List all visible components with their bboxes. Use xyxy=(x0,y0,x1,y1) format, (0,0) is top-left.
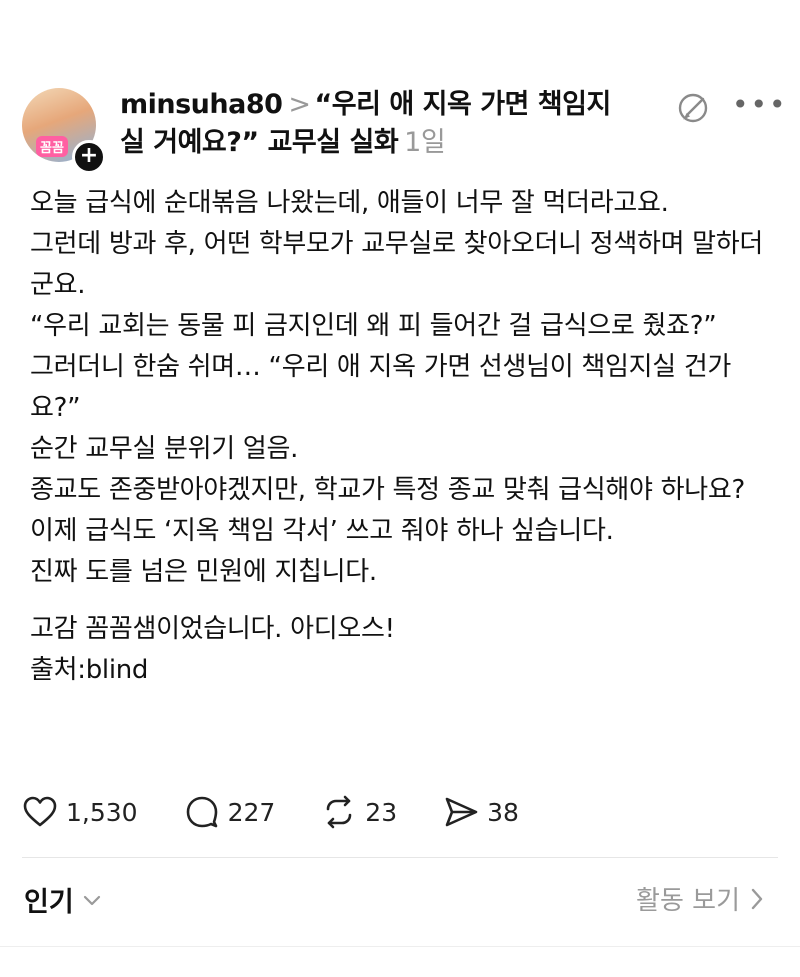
post-title-line-1: “우리 애 지옥 가면 책임지 xyxy=(314,89,612,120)
comment-button[interactable]: 227 xyxy=(184,794,276,830)
repost-icon xyxy=(326,795,352,829)
share-count: 38 xyxy=(487,797,519,827)
post-timestamp: 1일 xyxy=(404,127,446,158)
sort-dropdown[interactable]: 인기 xyxy=(24,880,102,919)
like-button[interactable]: 1,530 xyxy=(22,794,138,830)
body-line: 그러더니 한숨 쉬며… “우리 애 지옥 가면 선생님이 책임지실 건가요?” xyxy=(30,352,732,423)
post-body: 오늘 급식에 순대볶음 나왔는데, 애들이 너무 잘 먹더라고요. 그런데 방과… xyxy=(30,183,780,691)
post-header: minsuha80 > “우리 애 지옥 가면 책임지 실 거예요?” 교무실 실화… xyxy=(120,86,640,162)
avatar-badge: 꼼꼼 xyxy=(36,136,68,157)
chevron-down-icon xyxy=(83,895,100,905)
activity-label: 활동 보기 xyxy=(636,886,740,916)
body-line: 그런데 방과 후, 어떤 학부모가 교무실로 찾아오더니 정색하며 말하더군요. xyxy=(30,229,764,300)
share-button[interactable]: 38 xyxy=(443,794,519,830)
repost-count: 23 xyxy=(365,797,398,827)
chevron-right-icon xyxy=(751,888,763,909)
comment-count: 227 xyxy=(227,797,276,827)
chevron-right-icon: > xyxy=(288,89,311,120)
heart-icon xyxy=(23,796,57,827)
body-line: 순간 교무실 분위기 얼음. xyxy=(30,434,299,464)
body-line: 이제 급식도 ‘지옥 책임 각서’ 쓰고 줘야 하나 싶습니다. xyxy=(30,516,614,546)
body-line: 종교도 존중받아야겠지만, 학교가 특정 종교 맞춰 급식해야 하나요? xyxy=(30,475,745,505)
username[interactable]: minsuha80 xyxy=(120,89,283,120)
send-icon xyxy=(445,797,478,827)
post-title-line-2: 실 거예요?” 교무실 실화 xyxy=(120,127,399,158)
more-options-icon[interactable]: ••• xyxy=(732,90,786,120)
body-line: 오늘 급식에 순대볶음 나왔는데, 애들이 너무 잘 먹더라고요. xyxy=(30,188,669,218)
like-count: 1,530 xyxy=(66,797,138,827)
divider xyxy=(22,857,778,858)
body-line: “우리 교회는 동물 피 금지인데 왜 피 들어간 걸 급식으로 줬죠?” xyxy=(30,311,717,341)
divider xyxy=(0,946,800,947)
sort-label: 인기 xyxy=(24,887,74,918)
view-activity-link[interactable]: 활동 보기 xyxy=(636,880,764,917)
signoff-line: 고감 꼼꼼샘이었습니다. 아디오스! xyxy=(30,614,395,644)
follow-button[interactable]: + xyxy=(72,140,106,174)
source-line: 출처:blind xyxy=(30,655,149,685)
translate-icon[interactable] xyxy=(676,90,712,126)
body-line: 진짜 도를 넘은 민원에 지칩니다. xyxy=(30,557,377,587)
comment-bubble-icon xyxy=(186,796,217,828)
post-actions: 1,530 227 23 38 xyxy=(22,790,622,834)
repost-button[interactable]: 23 xyxy=(321,794,397,830)
